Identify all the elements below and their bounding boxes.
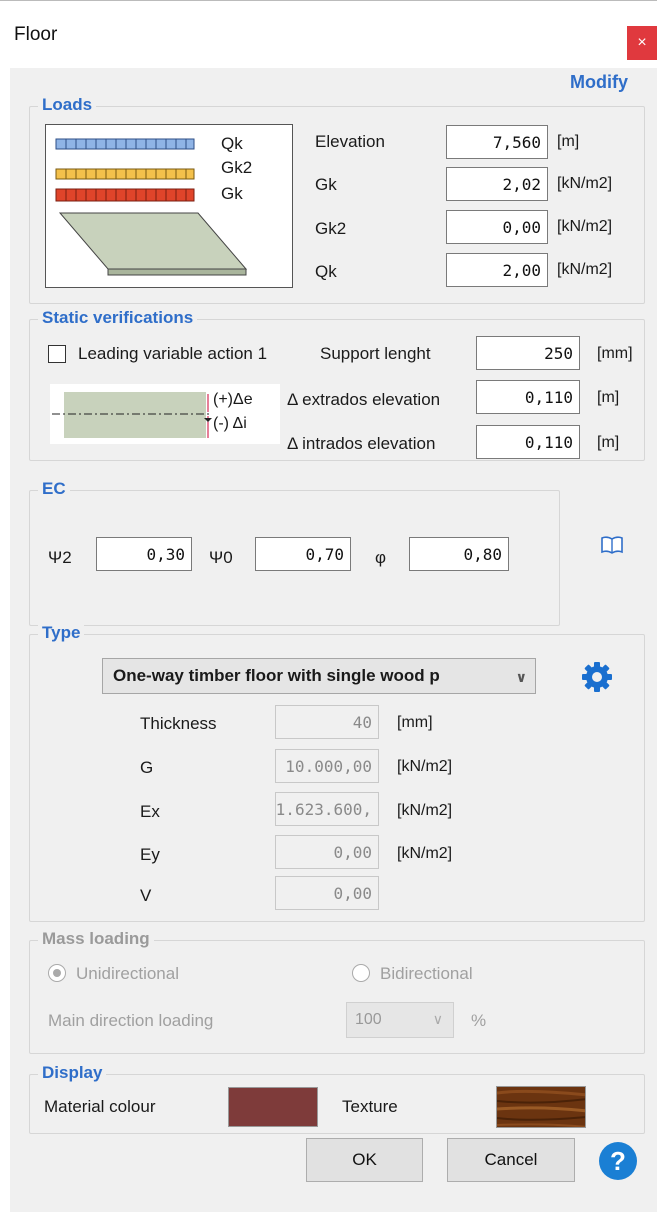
gk2-label: Gk2 — [315, 219, 347, 238]
g-unit: [kN/m2] — [397, 758, 453, 775]
g-input: 10.000,00 — [275, 749, 379, 783]
psi0-label: Ψ0 — [209, 548, 233, 567]
help-glyph: ? — [610, 1145, 626, 1176]
slab-shape — [58, 212, 248, 276]
elevation-unit: [m] — [557, 133, 580, 150]
thickness-label: Thickness — [140, 714, 217, 733]
legend-gk: Gk — [221, 184, 243, 203]
bidirectional-label: Bidirectional — [380, 964, 473, 983]
texture-label: Texture — [342, 1097, 398, 1116]
support-length-unit: [mm] — [597, 345, 633, 362]
qk-bar — [55, 138, 195, 150]
static-group-label: Static verifications — [38, 308, 198, 328]
main-direction-label: Main direction loading — [48, 1011, 214, 1030]
intrados-unit: [m] — [597, 434, 620, 451]
delta-e-label: (+)Δe — [213, 391, 253, 408]
psi0-input[interactable]: 0,70 — [255, 537, 351, 571]
v-input: 0,00 — [275, 876, 379, 910]
texture-swatch[interactable] — [496, 1086, 586, 1128]
delta-i-label: (-) Δi — [213, 415, 247, 432]
thickness-input: 40 — [275, 705, 379, 739]
gear-icon[interactable] — [580, 660, 614, 699]
floor-type-select[interactable]: One-way timber floor with single wood p … — [102, 658, 536, 694]
mass-group: Mass loading — [29, 929, 645, 1054]
gk-label: Gk — [315, 175, 337, 194]
elevation-input[interactable]: 7,560 — [446, 125, 548, 159]
loads-diagram — [45, 124, 293, 288]
psi2-input[interactable]: 0,30 — [96, 537, 192, 571]
leading-variable-checkbox[interactable] — [48, 345, 66, 363]
intrados-input[interactable]: 0,110 — [476, 425, 580, 459]
qk-input[interactable]: 2,00 — [446, 253, 548, 287]
main-direction-value: 100 — [355, 1011, 382, 1028]
main-direction-select[interactable]: 100 ∨ — [346, 1002, 454, 1038]
main-direction-unit: % — [471, 1011, 487, 1030]
type-group-label: Type — [38, 623, 85, 643]
gk2-unit: [kN/m2] — [557, 218, 613, 235]
ex-input: 1.623.600, — [275, 792, 379, 826]
loads-diagram-svg — [55, 138, 248, 276]
close-icon: × — [637, 34, 647, 51]
phi-input[interactable]: 0,80 — [409, 537, 509, 571]
loads-group-label: Loads — [38, 95, 97, 115]
extrados-unit: [m] — [597, 389, 620, 406]
ey-input: 0,00 — [275, 835, 379, 869]
mass-group-label: Mass loading — [38, 929, 154, 949]
thickness-unit: [mm] — [397, 714, 433, 731]
legend-gk2: Gk2 — [221, 158, 253, 177]
book-icon[interactable] — [600, 535, 624, 560]
elevation-label: Elevation — [315, 132, 385, 151]
modify-link[interactable]: Modify — [570, 72, 628, 93]
support-length-label: Support lenght — [320, 344, 431, 363]
psi2-label: Ψ2 — [48, 548, 72, 567]
wood-texture-icon — [497, 1087, 585, 1127]
cancel-button[interactable]: Cancel — [447, 1138, 575, 1182]
gk-input[interactable]: 2,02 — [446, 167, 548, 201]
material-colour-swatch[interactable] — [228, 1087, 318, 1127]
leading-variable-label: Leading variable action 1 — [78, 344, 268, 363]
ok-button[interactable]: OK — [306, 1138, 423, 1182]
chevron-down-icon: ∨ — [432, 1011, 443, 1027]
material-colour-label: Material colour — [44, 1097, 156, 1116]
intrados-label: Δ intrados elevation — [287, 434, 436, 453]
ey-label: Ey — [140, 845, 160, 864]
ey-unit: [kN/m2] — [397, 845, 453, 862]
ex-label: Ex — [140, 802, 160, 821]
gk-unit: [kN/m2] — [557, 175, 613, 192]
display-group-label: Display — [38, 1063, 107, 1083]
title-bar — [0, 0, 657, 73]
gk2-input[interactable]: 0,00 — [446, 210, 548, 244]
gk2-bar — [55, 168, 195, 180]
g-label: G — [140, 758, 154, 777]
support-length-input[interactable]: 250 — [476, 336, 580, 370]
floor-type-value: One-way timber floor with single wood p — [113, 666, 440, 685]
chevron-down-icon: ∨ — [515, 669, 527, 685]
ec-group-label: EC — [38, 479, 70, 499]
phi-label: φ — [375, 548, 387, 567]
qk-label: Qk — [315, 262, 337, 281]
help-icon[interactable]: ? — [599, 1142, 637, 1180]
unidirectional-label: Unidirectional — [76, 964, 179, 983]
extrados-input[interactable]: 0,110 — [476, 380, 580, 414]
qk-unit: [kN/m2] — [557, 261, 613, 278]
legend-qk: Qk — [221, 134, 243, 153]
gk-bar — [55, 188, 195, 202]
window-title: Floor — [14, 24, 58, 45]
v-label: V — [140, 886, 152, 905]
extrados-label: Δ extrados elevation — [287, 390, 441, 409]
unidirectional-radio[interactable] — [48, 964, 66, 982]
ex-unit: [kN/m2] — [397, 802, 453, 819]
close-button[interactable]: × — [627, 26, 657, 60]
bidirectional-radio[interactable] — [352, 964, 370, 982]
